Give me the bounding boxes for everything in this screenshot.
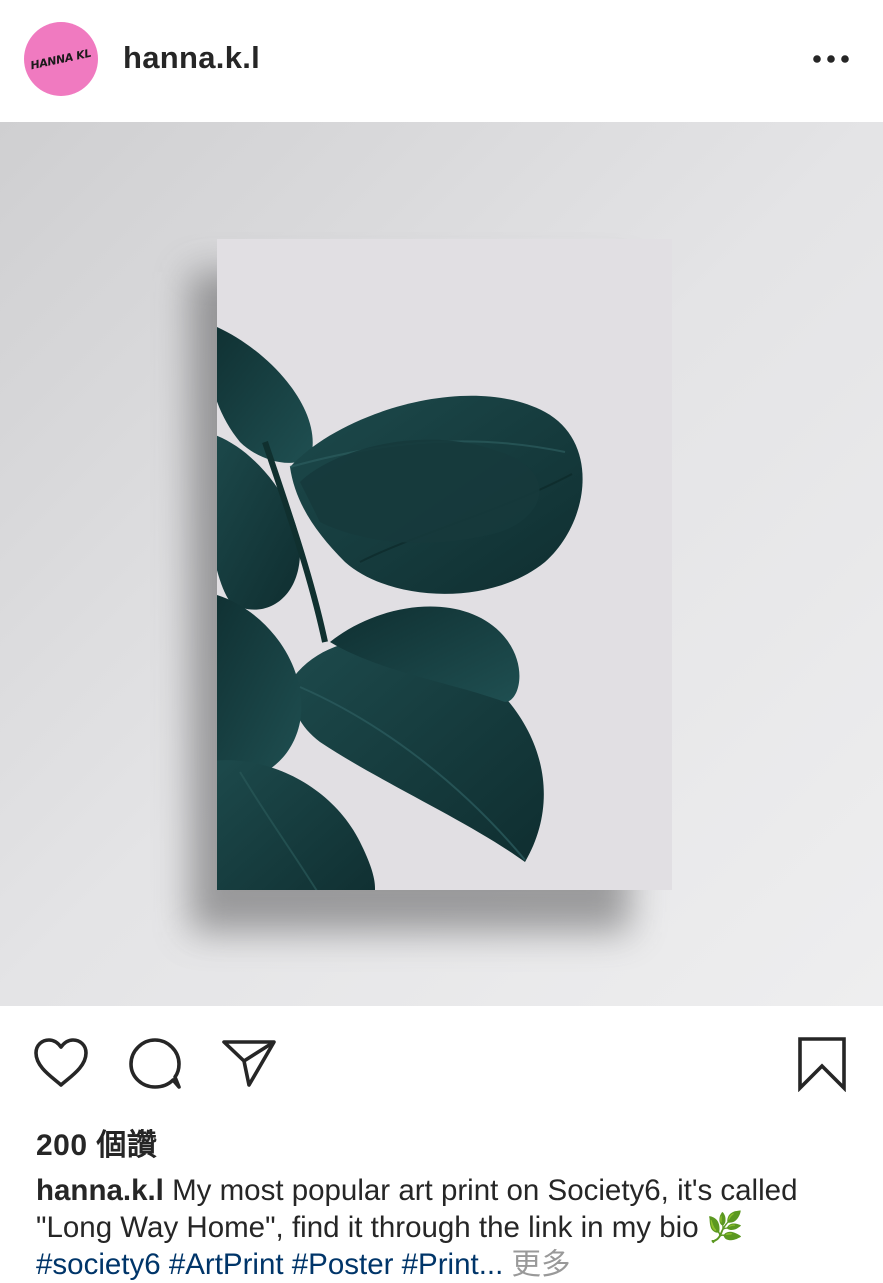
more-options-button[interactable] — [808, 44, 854, 74]
caption-username[interactable]: hanna.k.l — [36, 1174, 164, 1207]
post-caption: hanna.k.l My most popular art print on S… — [36, 1172, 856, 1283]
more-link[interactable]: 更多 — [503, 1248, 570, 1281]
comment-icon — [129, 1038, 181, 1089]
save-button[interactable] — [796, 1036, 848, 1092]
username-link[interactable]: hanna.k.l — [123, 40, 260, 76]
paper-plane-icon — [222, 1040, 276, 1087]
action-bar — [0, 1006, 883, 1116]
herb-emoji: 🌿 — [706, 1211, 744, 1244]
avatar-logo-text: HANNA KL — [29, 46, 93, 72]
avatar[interactable]: HANNA KL — [24, 22, 98, 96]
comment-button[interactable] — [127, 1036, 185, 1092]
post-header: HANNA KL hanna.k.l — [0, 0, 883, 122]
share-button[interactable] — [220, 1036, 278, 1090]
like-button[interactable] — [32, 1036, 90, 1090]
post-image[interactable] — [0, 122, 883, 1006]
heart-icon — [34, 1038, 88, 1087]
likes-count[interactable]: 200 個讚 — [36, 1120, 157, 1164]
ellipsis-icon — [813, 55, 849, 63]
bookmark-icon — [798, 1037, 846, 1092]
caption-hashtags[interactable]: #society6 #ArtPrint #Poster #Print... — [36, 1248, 503, 1281]
ficus-art-print-image — [0, 122, 883, 1006]
